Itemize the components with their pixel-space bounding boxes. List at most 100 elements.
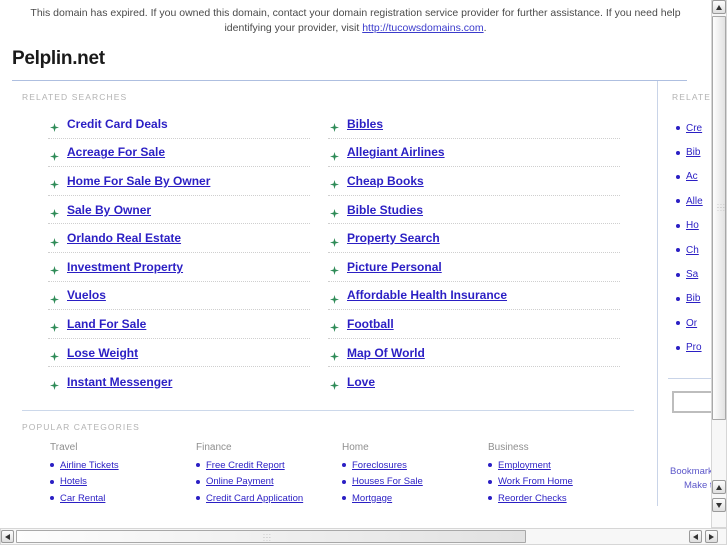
related-search-link[interactable]: Football [347, 317, 394, 331]
category-item[interactable]: Houses For Sale [342, 473, 460, 490]
sidebar-related-item[interactable]: Cre [676, 116, 711, 140]
category-link[interactable]: Car Rental [60, 493, 105, 504]
related-search-link[interactable]: Cheap Books [347, 174, 424, 188]
related-search-item[interactable]: Bible Studies [328, 196, 620, 225]
sidebar-related-item[interactable]: Or [676, 311, 711, 335]
category-link[interactable]: Online Payment [206, 476, 274, 487]
related-search-link[interactable]: Bible Studies [347, 203, 423, 217]
sidebar-related-link[interactable]: Cre [686, 123, 702, 134]
related-search-item[interactable]: Home For Sale By Owner [48, 167, 310, 196]
bullet-dot-icon [676, 296, 680, 301]
category-link[interactable]: Houses For Sale [352, 476, 423, 487]
category-item[interactable]: Reorder Checks [488, 490, 606, 507]
related-search-item[interactable]: Love [328, 367, 620, 396]
vertical-scrollbar-thumb[interactable]: :::::: [712, 16, 726, 420]
related-search-link[interactable]: Investment Property [67, 260, 183, 274]
category-item[interactable]: Airline Tickets [50, 457, 168, 474]
category-item[interactable]: Credit Card Application [196, 490, 314, 507]
sidebar-related-link[interactable]: Ac [686, 171, 698, 182]
sidebar-related-link[interactable]: Ch [686, 245, 699, 256]
category-item[interactable]: Work From Home [488, 473, 606, 490]
sidebar-related-item[interactable]: Ch [676, 238, 711, 262]
related-search-link[interactable]: Land For Sale [67, 317, 146, 331]
related-search-item[interactable]: Acreage For Sale [48, 139, 310, 168]
category-item[interactable]: Car Rental [50, 490, 168, 507]
related-search-item[interactable]: Lose Weight [48, 339, 310, 368]
sidebar-related-link[interactable]: Or [686, 318, 697, 329]
category-item[interactable]: Free Credit Report [196, 457, 314, 474]
make-homepage-link[interactable]: Make this [670, 479, 711, 493]
related-search-item[interactable]: Map Of World [328, 339, 620, 368]
sidebar-related-link[interactable]: Bib [686, 147, 700, 158]
sidebar-related-link[interactable]: Alle [686, 196, 703, 207]
sidebar-related-item[interactable]: Bib [676, 140, 711, 164]
related-search-item[interactable]: Bibles [328, 110, 620, 139]
related-search-item[interactable]: Allegiant Airlines [328, 139, 620, 168]
related-search-item[interactable]: Land For Sale [48, 310, 310, 339]
category-item[interactable]: Hotels [50, 473, 168, 490]
related-search-link[interactable]: Affordable Health Insurance [347, 288, 507, 302]
related-search-link[interactable]: Credit Card Deals [67, 117, 168, 131]
related-search-link[interactable]: Allegiant Airlines [347, 145, 445, 159]
related-search-link[interactable]: Map Of World [347, 346, 425, 360]
related-search-link[interactable]: Acreage For Sale [67, 145, 165, 159]
sidebar-related-item[interactable]: Ho [676, 214, 711, 238]
category-item[interactable]: Foreclosures [342, 457, 460, 474]
sidebar-related-item[interactable]: Sa [676, 262, 711, 286]
horizontal-scrollbar-thumb[interactable]: :::::: [16, 530, 526, 543]
related-search-item[interactable]: Vuelos [48, 282, 310, 311]
related-search-link[interactable]: Lose Weight [67, 346, 138, 360]
category-link[interactable]: Credit Card Application [206, 493, 303, 504]
category-link[interactable]: Foreclosures [352, 460, 407, 471]
scroll-up-button[interactable] [712, 0, 726, 14]
category-link[interactable]: Work From Home [498, 476, 573, 487]
related-search-link[interactable]: Love [347, 375, 375, 389]
related-search-item[interactable]: Instant Messenger [48, 367, 310, 396]
related-search-item[interactable]: Credit Card Deals [48, 110, 310, 139]
category-item[interactable]: Employment [488, 457, 606, 474]
sidebar-related-link[interactable]: Ho [686, 220, 699, 231]
category-link[interactable]: Reorder Checks [498, 493, 567, 504]
related-search-item[interactable]: Affordable Health Insurance [328, 282, 620, 311]
related-search-item[interactable]: Orlando Real Estate [48, 224, 310, 253]
related-search-link[interactable]: Home For Sale By Owner [67, 174, 210, 188]
sidebar-related-link[interactable]: Pro [686, 342, 702, 353]
related-search-link[interactable]: Property Search [347, 231, 440, 245]
category-link[interactable]: Mortgage [352, 493, 392, 504]
related-search-link[interactable]: Vuelos [67, 288, 106, 302]
category-link[interactable]: Free Credit Report [206, 460, 285, 471]
related-search-item[interactable]: Property Search [328, 224, 620, 253]
vertical-scrollbar[interactable]: :::::: [711, 0, 727, 528]
bookmark-link[interactable]: Bookmark [670, 465, 711, 479]
sidebar-related-link[interactable]: Bib [686, 293, 700, 304]
category-heading: Finance [196, 441, 232, 453]
related-search-link[interactable]: Bibles [347, 117, 383, 131]
scroll-left-button-2[interactable] [689, 530, 702, 543]
sidebar-related-link[interactable]: Sa [686, 269, 698, 280]
scroll-left-button[interactable] [1, 530, 14, 543]
related-search-item[interactable]: Football [328, 310, 620, 339]
sidebar-related-item[interactable]: Bib [676, 287, 711, 311]
sidebar-related-item[interactable]: Ac [676, 165, 711, 189]
related-search-link[interactable]: Instant Messenger [67, 375, 172, 389]
category-link[interactable]: Hotels [60, 476, 87, 487]
related-search-item[interactable]: Investment Property [48, 253, 310, 282]
sidebar-search-input[interactable] [672, 390, 711, 413]
scroll-down-button[interactable] [712, 498, 726, 512]
tucows-domains-link[interactable]: http://tucowsdomains.com [362, 22, 483, 34]
category-item[interactable]: Online Payment [196, 473, 314, 490]
related-search-link[interactable]: Picture Personal [347, 260, 442, 274]
related-search-link[interactable]: Orlando Real Estate [67, 231, 181, 245]
related-search-link[interactable]: Sale By Owner [67, 203, 151, 217]
sidebar-related-item[interactable]: Pro [676, 336, 711, 360]
related-search-item[interactable]: Picture Personal [328, 253, 620, 282]
sidebar-related-item[interactable]: Alle [676, 189, 711, 213]
related-search-item[interactable]: Cheap Books [328, 167, 620, 196]
category-item[interactable]: Mortgage [342, 490, 460, 507]
horizontal-scrollbar[interactable]: :::::: [0, 528, 727, 545]
scroll-right-button[interactable] [705, 530, 718, 543]
category-link[interactable]: Airline Tickets [60, 460, 119, 471]
related-search-item[interactable]: Sale By Owner [48, 196, 310, 225]
scroll-up-button-2[interactable] [712, 480, 726, 494]
category-link[interactable]: Employment [498, 460, 551, 471]
